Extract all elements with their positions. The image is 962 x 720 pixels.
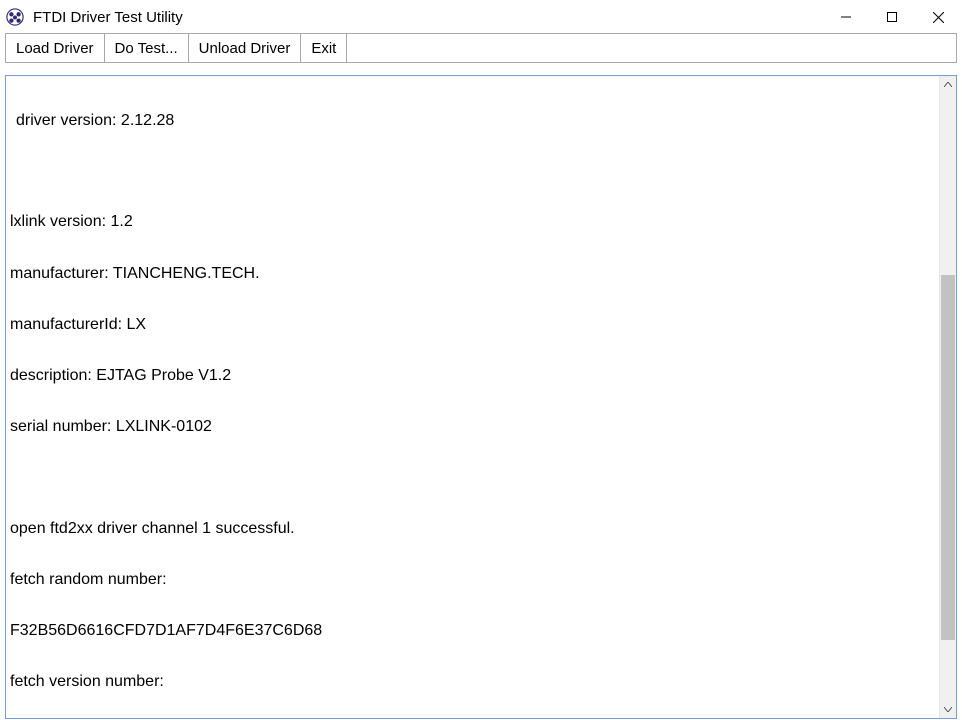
- close-button[interactable]: [915, 1, 961, 33]
- window-controls: [823, 1, 961, 33]
- do-test-button[interactable]: Do Test...: [105, 34, 189, 62]
- scroll-track[interactable]: [940, 93, 956, 701]
- log-line: driver version: 2.12.28: [10, 108, 935, 134]
- log-line: F32B56D6616CFD7D1AF7D4F6E37C6D68: [10, 618, 935, 644]
- log-line: fetch version number:: [10, 669, 935, 695]
- minimize-button[interactable]: [823, 1, 869, 33]
- log-line: open ftd2xx driver channel 1 successful.: [10, 516, 935, 542]
- scrollbar[interactable]: [939, 76, 956, 718]
- scroll-thumb[interactable]: [941, 275, 955, 640]
- exit-button[interactable]: Exit: [301, 34, 347, 62]
- scroll-up-arrow-icon[interactable]: [940, 76, 956, 93]
- log-line: description: EJTAG Probe V1.2: [10, 363, 935, 389]
- log-line: manufacturerId: LX: [10, 312, 935, 338]
- scroll-down-arrow-icon[interactable]: [940, 701, 956, 718]
- app-icon: [5, 7, 25, 27]
- log-line: fetch random number:: [10, 567, 935, 593]
- output-text: driver version: 2.12.28 lxlink version: …: [6, 76, 939, 718]
- log-line: lxlink version: 1.2: [10, 209, 935, 235]
- unload-driver-button[interactable]: Unload Driver: [189, 34, 302, 62]
- titlebar: FTDI Driver Test Utility: [1, 1, 961, 33]
- load-driver-button[interactable]: Load Driver: [6, 34, 105, 62]
- output-panel: driver version: 2.12.28 lxlink version: …: [5, 75, 957, 719]
- log-line: serial number: LXLINK-0102: [10, 414, 935, 440]
- toolbar: Load Driver Do Test... Unload Driver Exi…: [5, 33, 957, 63]
- window-root: FTDI Driver Test Utility Load Driver Do …: [0, 0, 962, 720]
- window-title: FTDI Driver Test Utility: [33, 9, 183, 26]
- maximize-button[interactable]: [869, 1, 915, 33]
- log-line: manufacturer: TIANCHENG.TECH.: [10, 261, 935, 287]
